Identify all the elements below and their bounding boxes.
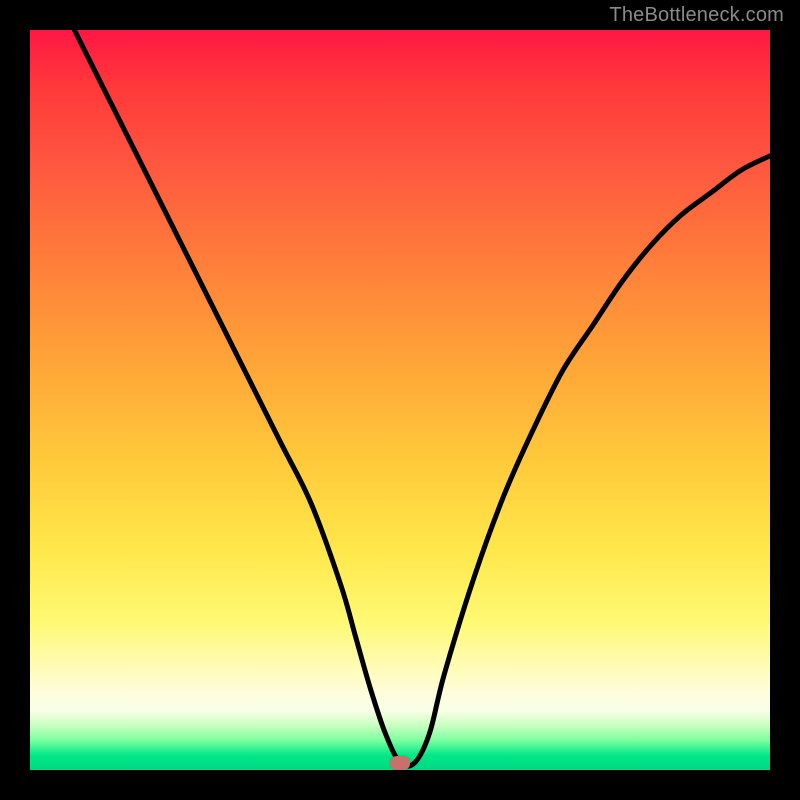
chart-frame: TheBottleneck.com	[0, 0, 800, 800]
chart-plot-area	[30, 30, 770, 770]
watermark-text: TheBottleneck.com	[609, 4, 784, 27]
